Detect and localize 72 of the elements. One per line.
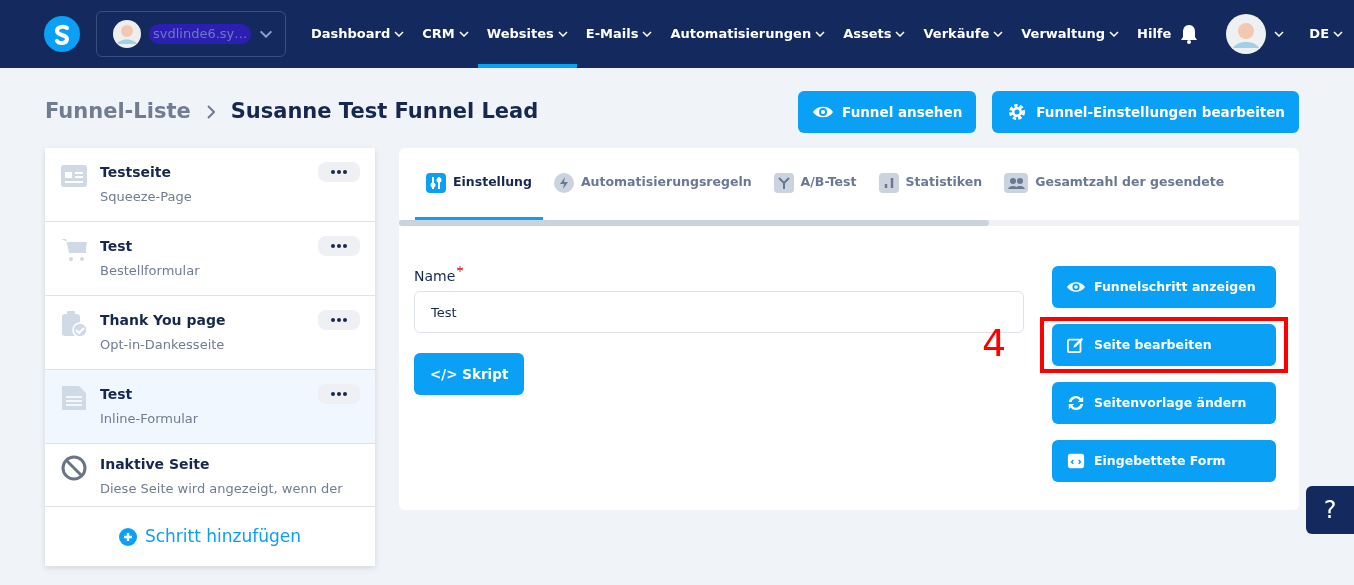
step-item[interactable]: Test Inline-Formular — [45, 370, 375, 444]
nav-menu-item[interactable]: Verwaltung — [1012, 0, 1129, 68]
avatar-icon[interactable] — [1226, 14, 1267, 54]
caret-icon — [1109, 31, 1120, 37]
nav-menu-item[interactable]: Assets — [834, 0, 915, 68]
bell-icon[interactable] — [1180, 24, 1199, 44]
step-subtitle: Opt-in-Dankesseite — [100, 336, 226, 354]
step-item[interactable]: Test Bestellformular — [45, 222, 375, 296]
caret-icon — [815, 31, 826, 37]
blocked-icon — [60, 454, 88, 482]
cart-icon — [60, 236, 88, 264]
caret-icon — [557, 31, 568, 37]
chevron-icon — [206, 105, 215, 119]
step-item[interactable]: Testseite Squeeze-Page — [45, 148, 375, 222]
more-button[interactable] — [318, 310, 360, 330]
step-title: Test — [100, 385, 134, 404]
clipboard-check-icon — [60, 310, 88, 338]
bolt-icon — [553, 172, 574, 193]
more-button[interactable] — [318, 236, 360, 256]
nav-menu-item[interactable]: E-Mails — [576, 0, 662, 68]
document-icon — [60, 384, 88, 412]
help-link[interactable]: Hilfe — [1128, 0, 1181, 68]
scrollbar-thumb[interactable] — [399, 220, 989, 226]
account-name: svdlinde6.sy… — [149, 24, 252, 44]
people-icon — [1004, 172, 1029, 193]
sliders-icon — [426, 172, 446, 193]
step-subtitle: Squeeze-Page — [100, 188, 192, 206]
caret-icon — [1274, 31, 1285, 37]
step-subtitle: Diese Seite wird angezeigt, wenn der — [100, 480, 343, 498]
avatar-icon — [113, 20, 141, 48]
more-icon — [331, 170, 347, 174]
nav-menu-item[interactable]: Automatisierungen — [661, 0, 835, 68]
breadcrumb-link[interactable]: Funnel-Liste — [45, 96, 191, 128]
step-title: Test — [100, 237, 134, 256]
step-subtitle: Inline-Formular — [100, 410, 199, 428]
step-item[interactable]: Thank You page Opt-in-Dankesseite — [45, 296, 375, 370]
page-title: Susanne Test Funnel Lead — [230, 98, 539, 126]
caret-icon — [458, 31, 469, 37]
step-title: Testseite — [100, 163, 173, 182]
caret-icon — [642, 31, 653, 37]
caret-icon — [259, 30, 274, 38]
tab[interactable]: Automatisierungsregeln — [542, 148, 763, 220]
tab[interactable]: Gesamtzahl der gesendete — [993, 148, 1236, 220]
help-button[interactable]: ? — [1306, 486, 1354, 534]
step-item[interactable]: Inaktive Seite Diese Seite wird angezeigt, wenn der — [45, 444, 375, 506]
field-label: Name — [414, 267, 456, 286]
tab[interactable]: A/B-Test — [762, 148, 868, 220]
caret-icon — [1333, 31, 1343, 37]
nav-menu-item[interactable]: Dashboard — [302, 0, 414, 68]
step-subtitle: Bestellformular — [100, 262, 200, 280]
edit-icon — [1066, 336, 1086, 354]
code-window-icon — [1066, 452, 1086, 470]
more-icon — [331, 244, 347, 248]
language-selector[interactable]: DE — [1300, 0, 1352, 68]
step-title: Inaktive Seite — [100, 455, 211, 474]
sync-icon — [1066, 394, 1086, 412]
logo-icon — [44, 16, 80, 52]
more-button[interactable] — [318, 162, 360, 182]
caret-icon — [895, 31, 906, 37]
nav-menu-item[interactable]: CRM — [413, 0, 478, 68]
more-icon — [331, 318, 347, 322]
caret-icon — [394, 31, 405, 37]
nav-menu-item[interactable]: Verkäufe — [914, 0, 1013, 68]
caret-icon — [993, 31, 1004, 37]
plus-circle-icon[interactable] — [118, 527, 137, 546]
step-title: Thank You page — [100, 311, 226, 330]
more-button[interactable] — [318, 384, 360, 404]
nav-menu-item[interactable]: Websites — [477, 0, 577, 68]
bar-chart-icon — [878, 172, 899, 193]
form-page-icon — [60, 162, 88, 190]
tab[interactable]: Statistiken — [867, 148, 994, 220]
more-icon — [331, 392, 347, 396]
